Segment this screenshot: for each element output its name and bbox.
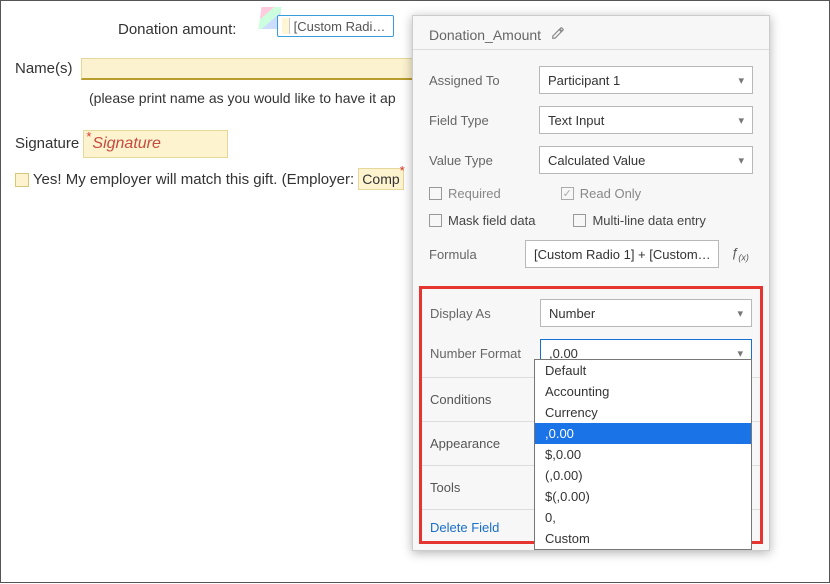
value-type-value: Calculated Value bbox=[548, 153, 645, 168]
panel-title: Donation_Amount bbox=[429, 27, 541, 43]
display-as-value: Number bbox=[549, 306, 595, 321]
donation-amount-label: Donation amount: bbox=[118, 21, 236, 38]
number-format-option[interactable]: $(,0.00) bbox=[535, 486, 751, 507]
edit-name-icon[interactable] bbox=[551, 26, 565, 43]
number-format-option[interactable]: Default bbox=[535, 360, 751, 381]
employer-field-text: Comp bbox=[362, 171, 399, 187]
assigned-to-select[interactable]: Participant 1 ▾ bbox=[539, 66, 753, 94]
fx-icon: ƒ(x) bbox=[731, 245, 749, 263]
chevron-down-icon: ▾ bbox=[738, 74, 744, 87]
required-label: Required bbox=[448, 186, 501, 201]
display-as-label: Display As bbox=[430, 306, 530, 321]
multiline-label: Multi-line data entry bbox=[592, 213, 705, 228]
display-as-select[interactable]: Number ▾ bbox=[540, 299, 752, 327]
readonly-checkbox[interactable]: ✓ Read Only bbox=[561, 186, 641, 201]
signature-label: Signature bbox=[15, 135, 79, 152]
formula-label: Formula bbox=[429, 247, 517, 262]
field-type-label: Field Type bbox=[429, 113, 529, 128]
formula-value: [Custom Radio 1] + [Custom… bbox=[534, 247, 711, 262]
chip-drag-handle-icon[interactable] bbox=[282, 18, 290, 34]
multiline-checkbox[interactable]: Multi-line data entry bbox=[573, 213, 705, 228]
number-format-option[interactable]: 0, bbox=[535, 507, 751, 528]
mask-data-checkbox[interactable]: Mask field data bbox=[429, 213, 535, 228]
formula-input[interactable]: [Custom Radio 1] + [Custom… bbox=[525, 240, 719, 268]
chevron-down-icon: ▾ bbox=[737, 347, 743, 360]
number-format-option[interactable]: $,0.00 bbox=[535, 444, 751, 465]
chevron-down-icon: ▾ bbox=[738, 154, 744, 167]
number-format-dropdown: DefaultAccountingCurrency,0.00$,0.00(,0.… bbox=[534, 359, 752, 550]
checkbox-empty-icon bbox=[429, 187, 442, 200]
employer-match-checkbox[interactable] bbox=[15, 173, 29, 187]
checkbox-checked-icon: ✓ bbox=[561, 187, 574, 200]
names-label: Name(s) bbox=[15, 60, 73, 77]
assigned-to-label: Assigned To bbox=[429, 73, 529, 88]
signature-field[interactable]: * Signature bbox=[83, 130, 228, 158]
readonly-label: Read Only bbox=[580, 186, 641, 201]
field-properties-panel: Donation_Amount Assigned To Participant … bbox=[412, 15, 770, 551]
number-format-option[interactable]: Accounting bbox=[535, 381, 751, 402]
signature-field-text: Signature bbox=[92, 135, 161, 152]
employer-match-text: Yes! My employer will match this gift. (… bbox=[33, 171, 354, 188]
required-checkbox[interactable]: Required bbox=[429, 186, 501, 201]
field-type-select[interactable]: Text Input ▾ bbox=[539, 106, 753, 134]
names-field[interactable] bbox=[81, 58, 421, 80]
field-type-value: Text Input bbox=[548, 113, 604, 128]
value-type-select[interactable]: Calculated Value ▾ bbox=[539, 146, 753, 174]
number-format-label: Number Format bbox=[430, 346, 530, 361]
employer-field[interactable]: Comp * bbox=[358, 168, 403, 190]
checkbox-empty-icon bbox=[573, 214, 586, 227]
highlighted-section: Display As Number ▾ Number Format ,0.00 … bbox=[419, 286, 763, 544]
checkbox-empty-icon bbox=[429, 214, 442, 227]
number-format-option[interactable]: Custom bbox=[535, 528, 751, 549]
number-format-option[interactable]: Currency bbox=[535, 402, 751, 423]
number-format-option[interactable]: ,0.00 bbox=[535, 423, 751, 444]
chip-label: [Custom Radi… bbox=[294, 19, 386, 34]
chevron-down-icon: ▾ bbox=[738, 114, 744, 127]
required-asterisk-icon: * bbox=[400, 163, 405, 178]
number-format-option[interactable]: (,0.00) bbox=[535, 465, 751, 486]
formula-editor-button[interactable]: ƒ(x) bbox=[727, 240, 753, 268]
custom-radio-chip[interactable]: [Custom Radi… bbox=[277, 15, 395, 37]
mask-label: Mask field data bbox=[448, 213, 535, 228]
assigned-to-value: Participant 1 bbox=[548, 73, 620, 88]
value-type-label: Value Type bbox=[429, 153, 529, 168]
required-asterisk-icon: * bbox=[86, 129, 91, 144]
chevron-down-icon: ▾ bbox=[737, 307, 743, 320]
